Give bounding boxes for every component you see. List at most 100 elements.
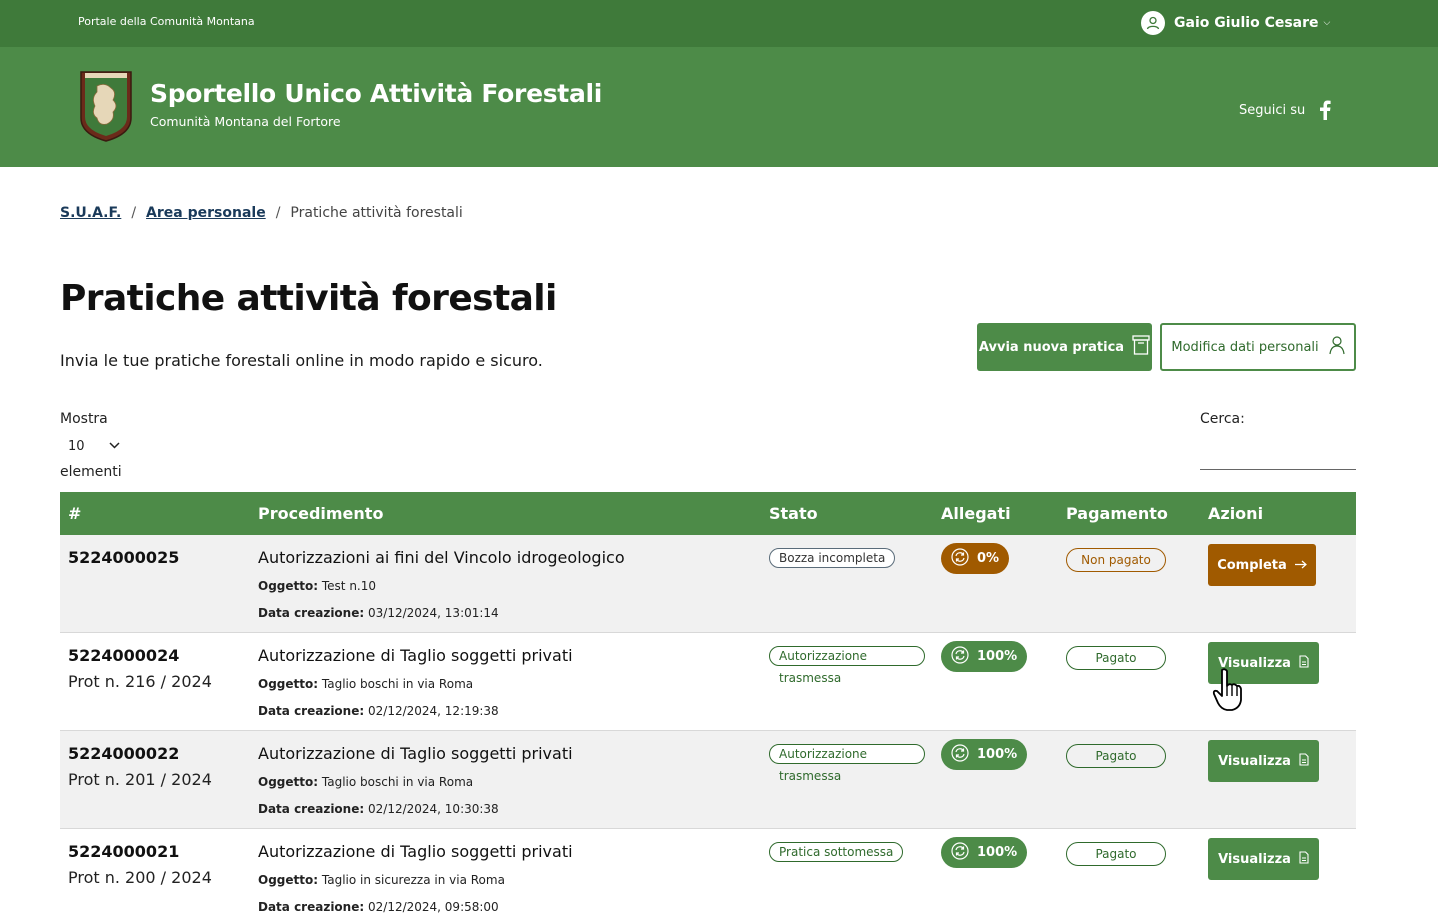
attachments-value: 0%: [977, 551, 1000, 566]
facebook-icon[interactable]: [1319, 100, 1335, 122]
data-creazione-label: Data creazione:: [258, 802, 365, 816]
user-name: Gaio Giulio Cesare: [1174, 15, 1319, 31]
breadcrumb-suaf[interactable]: S.U.A.F.: [60, 205, 121, 221]
chevron-down-icon: [109, 441, 120, 452]
view-label: Visualizza: [1218, 851, 1291, 867]
search-input[interactable]: [1200, 440, 1356, 470]
view-label: Visualizza: [1218, 753, 1291, 769]
edit-personal-data-button[interactable]: Modifica dati personali: [1160, 323, 1356, 371]
refresh-icon: [951, 743, 969, 766]
oggetto: Oggetto: Taglio boschi in via Roma: [258, 775, 473, 789]
page-title: Pratiche attività forestali: [60, 278, 557, 319]
file-icon: [1299, 752, 1309, 770]
page-size-select[interactable]: 10: [60, 436, 130, 456]
data-creazione-label: Data creazione:: [258, 704, 365, 718]
table-row: 5224000025 Autorizzazioni ai fini del Vi…: [60, 535, 1356, 633]
view-button[interactable]: Visualizza: [1208, 838, 1319, 880]
status-badge-line2: trasmessa: [779, 671, 842, 685]
new-practice-label: Avvia nuova pratica: [978, 339, 1125, 355]
table-row: 5224000021 Prot n. 200 / 2024 Autorizzaz…: [60, 829, 1356, 919]
attachments-value: 100%: [977, 845, 1018, 860]
new-practice-button[interactable]: Avvia nuova pratica: [977, 323, 1152, 371]
archive-icon: [1132, 335, 1150, 359]
page-size-value: 10: [68, 438, 85, 454]
col-header-allegati[interactable]: Allegati: [941, 504, 1011, 523]
elements-label: elementi: [60, 464, 122, 480]
file-icon: [1299, 850, 1309, 868]
data-creazione: Data creazione: 02/12/2024, 10:30:38: [258, 802, 499, 816]
social-label: Seguici su: [1239, 103, 1306, 118]
breadcrumb: S.U.A.F. / Area personale / Pratiche att…: [60, 205, 463, 221]
logo-icon[interactable]: [79, 70, 133, 142]
search-label: Cerca:: [1200, 411, 1245, 427]
attachments-badge: 0%: [941, 543, 1009, 574]
data-creazione-label: Data creazione:: [258, 606, 365, 620]
status-badge: Autorizzazione: [769, 744, 925, 764]
table-header: # Procedimento Stato Allegati Pagamento …: [60, 492, 1356, 535]
attachments-badge: 100%: [941, 739, 1027, 770]
oggetto-value: Taglio boschi in via Roma: [321, 677, 474, 691]
data-creazione: Data creazione: 02/12/2024, 12:19:38: [258, 704, 499, 718]
refresh-icon: [951, 841, 969, 864]
user-menu[interactable]: Gaio Giulio Cesare ⌵: [1141, 11, 1330, 35]
show-label: Mostra: [60, 411, 108, 427]
oggetto-label: Oggetto:: [258, 677, 319, 691]
data-creazione-value: 03/12/2024, 13:01:14: [368, 606, 499, 620]
breadcrumb-current: Pratiche attività forestali: [290, 205, 463, 221]
procedimento: Autorizzazioni ai fini del Vincolo idrog…: [258, 548, 625, 567]
data-creazione-value: 02/12/2024, 12:19:38: [368, 704, 499, 718]
practices-table: # Procedimento Stato Allegati Pagamento …: [60, 492, 1356, 919]
practice-id: 5224000024: [68, 646, 180, 665]
status-badge: Autorizzazione: [769, 646, 925, 666]
practice-id: 5224000021: [68, 842, 180, 861]
arrow-right-icon: [1294, 558, 1307, 573]
procedimento: Autorizzazione di Taglio soggetti privat…: [258, 646, 573, 665]
oggetto: Oggetto: Taglio in sicurezza in via Roma: [258, 873, 505, 887]
attachments-value: 100%: [977, 649, 1018, 664]
data-creazione: Data creazione: 03/12/2024, 13:01:14: [258, 606, 499, 620]
protocol-number: Prot n. 200 / 2024: [68, 868, 212, 887]
status-badge: Bozza incompleta: [769, 548, 896, 568]
refresh-icon: [951, 645, 969, 668]
person-icon: [1329, 335, 1345, 359]
oggetto: Oggetto: Taglio boschi in via Roma: [258, 677, 473, 691]
oggetto-value: Taglio in sicurezza in via Roma: [321, 873, 505, 887]
table-row: 5224000022 Prot n. 201 / 2024 Autorizzaz…: [60, 731, 1356, 829]
complete-button[interactable]: Completa: [1208, 544, 1316, 586]
procedimento: Autorizzazione di Taglio soggetti privat…: [258, 842, 573, 861]
col-header-azioni: Azioni: [1208, 504, 1264, 523]
hand-pointer-icon: [1212, 668, 1246, 712]
oggetto-value: Taglio boschi in via Roma: [321, 775, 474, 789]
payment-badge: Pagato: [1066, 646, 1166, 670]
site-title[interactable]: Sportello Unico Attività Forestali: [150, 79, 602, 108]
attachments-badge: 100%: [941, 837, 1027, 868]
oggetto-label: Oggetto:: [258, 873, 319, 887]
attachments-value: 100%: [977, 747, 1018, 762]
procedimento: Autorizzazione di Taglio soggetti privat…: [258, 744, 573, 763]
view-button[interactable]: Visualizza: [1208, 740, 1319, 782]
attachments-badge: 100%: [941, 641, 1027, 672]
col-header-pagamento[interactable]: Pagamento: [1066, 504, 1168, 523]
col-header-stato[interactable]: Stato: [769, 504, 818, 523]
page-lead: Invia le tue pratiche forestali online i…: [60, 351, 543, 370]
complete-label: Completa: [1217, 557, 1287, 573]
payment-badge: Non pagato: [1066, 548, 1166, 572]
oggetto-value: Test n.10: [321, 579, 377, 593]
breadcrumb-separator: /: [275, 205, 281, 221]
table-row: 5224000024 Prot n. 216 / 2024 Autorizzaz…: [60, 633, 1356, 731]
status-badge: Pratica sottomessa: [769, 842, 904, 862]
practice-id: 5224000022: [68, 744, 180, 763]
status-badge-line2: trasmessa: [779, 769, 842, 783]
chevron-down-icon: ⌵: [1323, 18, 1331, 28]
site-header: Sportello Unico Attività Forestali Comun…: [0, 47, 1438, 167]
edit-personal-data-label: Modifica dati personali: [1171, 339, 1319, 355]
protocol-number: Prot n. 216 / 2024: [68, 672, 212, 691]
practice-id: 5224000025: [68, 548, 180, 567]
col-header-id[interactable]: #: [68, 504, 81, 523]
col-header-procedimento[interactable]: Procedimento: [258, 504, 383, 523]
portal-link[interactable]: Portale della Comunità Montana: [78, 15, 255, 28]
data-creazione-value: 02/12/2024, 10:30:38: [368, 802, 499, 816]
top-bar: Portale della Comunità Montana Gaio Giul…: [0, 0, 1438, 47]
oggetto: Oggetto: Test n.10: [258, 579, 376, 593]
breadcrumb-area-personale[interactable]: Area personale: [146, 205, 266, 221]
